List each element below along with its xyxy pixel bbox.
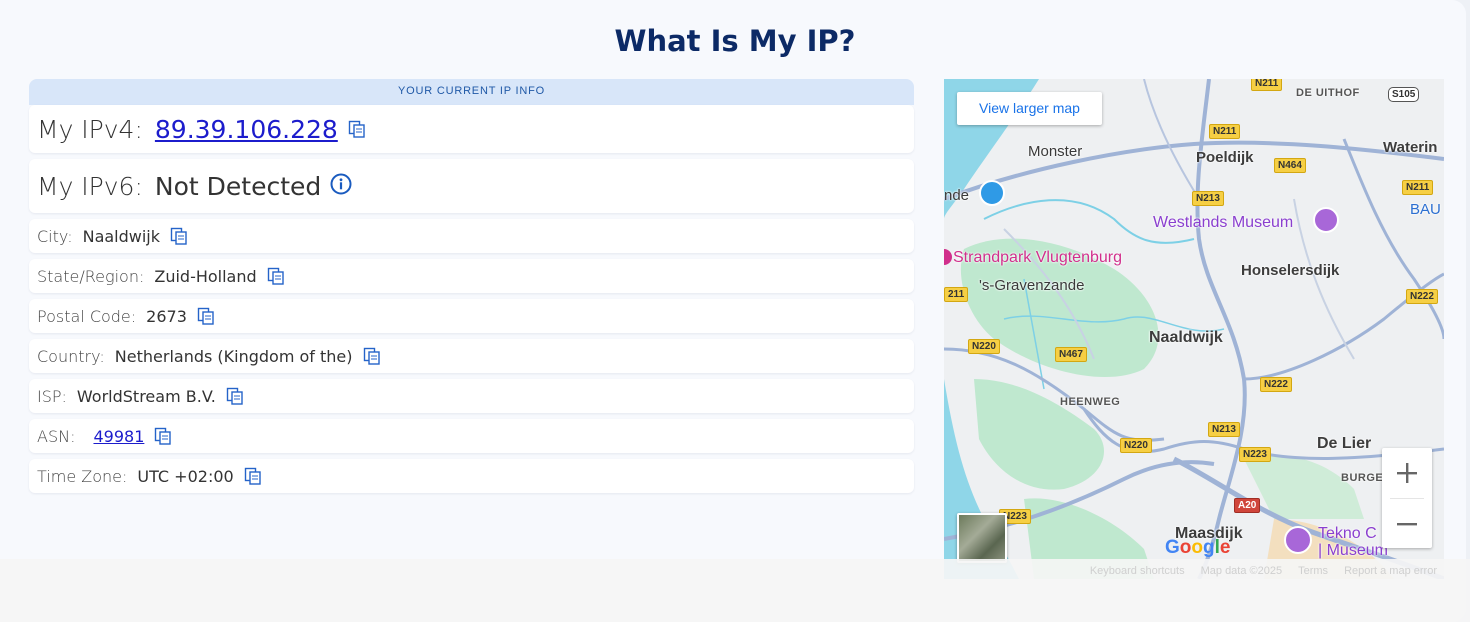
postal-code-row: Postal Code: 2673 xyxy=(29,299,914,333)
map-label-watering: Waterin xyxy=(1383,139,1438,156)
page-title: What Is My IP? xyxy=(614,24,856,58)
copy-icon[interactable] xyxy=(225,386,245,406)
road-shield: S105 xyxy=(1388,87,1420,102)
postal-code-value: 2673 xyxy=(146,306,187,326)
zoom-out-button[interactable] xyxy=(1382,499,1432,549)
road-shield: N223 xyxy=(1239,447,1271,462)
map-label-bau: BAU xyxy=(1410,201,1441,218)
map-label-naaldwijk: Naaldwijk xyxy=(1149,329,1223,346)
map-label-westlands-museum: Westlands Museum xyxy=(1153,214,1294,231)
city-label: City: xyxy=(37,226,73,246)
copy-icon[interactable] xyxy=(169,226,189,246)
ipv6-value: Not Detected xyxy=(154,171,322,201)
state-region-value: Zuid-Holland xyxy=(154,266,257,286)
copy-icon[interactable] xyxy=(347,119,367,139)
satellite-layer-toggle[interactable] xyxy=(957,513,1007,563)
time-zone-row: Time Zone: UTC +02:00 xyxy=(29,459,914,493)
ipv6-row: My IPv6: Not Detected xyxy=(29,159,914,213)
city-value: Naaldwijk xyxy=(82,226,161,246)
country-label: Country: xyxy=(37,346,105,366)
map-label-tekno-2: | Museum xyxy=(1318,542,1388,559)
ip-info-header: YOUR CURRENT IP INFO xyxy=(29,79,914,105)
map-label-monster: Monster xyxy=(1028,143,1083,160)
zoom-in-button[interactable] xyxy=(1382,448,1432,498)
keyboard-shortcuts-link[interactable]: Keyboard shortcuts xyxy=(1090,565,1185,577)
minus-icon xyxy=(1397,523,1417,526)
copy-icon[interactable] xyxy=(266,266,286,286)
country-value: Netherlands (Kingdom of the) xyxy=(114,346,353,366)
ipv4-row: My IPv4: 89.39.106.228 xyxy=(29,105,914,153)
ipv4-label: My IPv4: xyxy=(37,114,143,144)
road-shield: N220 xyxy=(968,339,1000,354)
isp-label: ISP: xyxy=(37,386,67,406)
copy-icon[interactable] xyxy=(243,466,263,486)
country-row: Country: Netherlands (Kingdom of the) xyxy=(29,339,914,373)
state-region-label: State/Region: xyxy=(37,266,145,286)
map-label-burge: BURGE xyxy=(1341,472,1384,484)
ip-info-panel: YOUR CURRENT IP INFO My IPv4: 89.39.106.… xyxy=(29,79,914,493)
road-shield: A20 xyxy=(1234,498,1261,513)
copy-icon[interactable] xyxy=(153,426,173,446)
ipv6-label: My IPv6: xyxy=(37,171,143,201)
road-shield: N464 xyxy=(1274,158,1306,173)
map-label-gravenzande: 's-Gravenzande xyxy=(979,277,1085,294)
view-larger-map-link[interactable]: View larger map xyxy=(957,92,1102,125)
state-region-row: State/Region: Zuid-Holland xyxy=(29,259,914,293)
info-icon[interactable] xyxy=(330,172,352,201)
map-data-text: Map data ©2025 xyxy=(1200,565,1283,577)
copy-icon[interactable] xyxy=(196,306,216,326)
terms-link[interactable]: Terms xyxy=(1298,565,1328,577)
map-label-de-lier: De Lier xyxy=(1317,435,1372,452)
road-shield: N211 xyxy=(1402,180,1434,195)
isp-value: WorldStream B.V. xyxy=(76,386,216,406)
report-map-error-link[interactable]: Report a map error xyxy=(1344,565,1437,577)
copy-icon[interactable] xyxy=(362,346,382,366)
map-label-honselersdijk: Honselersdijk xyxy=(1241,262,1340,279)
isp-row: ISP: WorldStream B.V. xyxy=(29,379,914,413)
road-shield: N222 xyxy=(1260,377,1292,392)
road-shield: N213 xyxy=(1208,422,1240,437)
time-zone-value: UTC +02:00 xyxy=(137,466,234,486)
google-logo: Google xyxy=(1165,537,1231,558)
ipv4-link[interactable]: 89.39.106.228 xyxy=(155,115,338,144)
map-label-strandpark: Strandpark Vlugtenburg xyxy=(953,249,1122,266)
time-zone-label: Time Zone: xyxy=(37,466,128,486)
asn-row: ASN: 49981 xyxy=(29,419,914,453)
asn-label: ASN: xyxy=(37,426,76,446)
road-shield: N220 xyxy=(1120,438,1152,453)
road-shield: N211 xyxy=(1251,79,1283,91)
zoom-controls xyxy=(1382,448,1432,548)
road-shield: N211 xyxy=(1209,124,1241,139)
map-label-nde: nde xyxy=(944,187,970,204)
asn-link[interactable]: 49981 xyxy=(93,427,144,446)
map-label-heenweg: HEENWEG xyxy=(1060,396,1121,408)
map-embed[interactable]: nde Monster Poeldijk Waterin DE UITHOF B… xyxy=(944,79,1444,579)
map-footer: Keyboard shortcuts Map data ©2025 Terms … xyxy=(944,561,1444,581)
map-label-tekno-1: Tekno C xyxy=(1318,525,1377,542)
plus-icon xyxy=(1397,463,1417,483)
city-row: City: Naaldwijk xyxy=(29,219,914,253)
road-shield: N222 xyxy=(1406,289,1438,304)
map-label-poeldijk: Poeldijk xyxy=(1196,149,1254,166)
map-label-de-uithof: DE UITHOF xyxy=(1296,87,1360,99)
road-shield: 211 xyxy=(944,287,969,302)
postal-code-label: Postal Code: xyxy=(37,306,137,326)
road-shield: N213 xyxy=(1192,191,1224,206)
road-shield: N467 xyxy=(1055,347,1087,362)
